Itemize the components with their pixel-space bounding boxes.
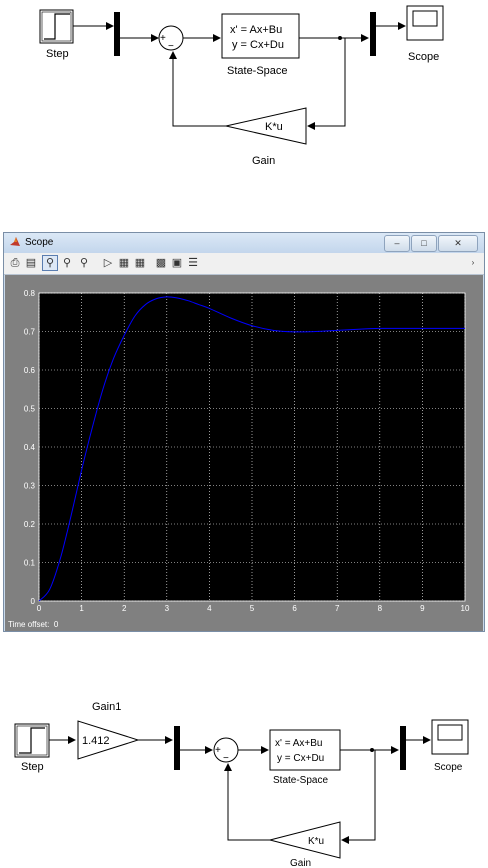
restore-axes-icon[interactable]: ▦ [133,256,147,270]
feedback-wire [307,37,346,130]
y-tick-label: 0.4 [24,443,36,452]
step-block[interactable] [14,723,50,758]
gain-text: K*u [265,121,283,133]
state-space-eq1: x' = Ax+Bu [275,738,323,749]
toolbar-overflow-icon[interactable]: › [466,256,480,270]
close-button[interactable]: ✕ [438,235,478,252]
state-space-label: State-Space [227,65,288,77]
y-tick-label: 0.2 [24,520,36,529]
mux-block[interactable] [114,12,120,56]
save-axes-icon[interactable]: ▦ [117,256,131,270]
gain-label: Gain [290,858,311,868]
x-tick-label: 2 [122,604,127,613]
zoom-icon[interactable]: ⚲ [42,255,58,271]
y-tick-label: 0 [31,597,36,606]
x-tick-label: 3 [165,604,170,613]
mux-block[interactable] [174,726,180,770]
state-space-eq1: x' = Ax+Bu [230,24,282,36]
feedback-wire [341,749,376,844]
params-icon[interactable]: ▤ [24,256,38,270]
signal-select-icon[interactable]: ☰ [186,256,200,270]
x-tick-label: 8 [378,604,383,613]
mux-block-2[interactable] [370,12,376,56]
state-space-eq2: y = Cx+Du [232,39,284,51]
lock-icon[interactable]: ▣ [170,256,184,270]
state-space-block[interactable] [221,13,300,59]
x-tick-label: 7 [335,604,340,613]
print-icon[interactable]: ⎙ [8,256,22,270]
time-offset-value: 0 [53,620,59,629]
zoom-x-icon[interactable]: ⚲ [60,256,74,270]
state-space-block[interactable] [269,729,341,771]
scope-toolbar: ⎙ ▤ ⚲ ⚲ ⚲ ▷ ▦ ▦ ▩ ▣ ☰ › [4,253,484,275]
scope-chart: 0 1 2 3 4 5 6 7 8 9 10 0 0.1 0.2 0.3 0.4 0.5 0.6 0.7 0.8 [24,289,470,613]
minimize-button[interactable]: – [384,235,410,252]
state-space-label: State-Space [273,775,328,786]
maximize-button[interactable]: □ [411,235,437,252]
scope-title-bar[interactable]: Scope – □ ✕ [4,233,484,253]
step-label: Step [21,761,44,773]
sum-minus-sign: − [223,753,229,764]
scope-block[interactable] [431,719,469,755]
sum-plus-sign: + [160,33,166,44]
state-space-eq2: y = Cx+Du [277,753,324,764]
step-block[interactable] [39,9,74,44]
y-tick-label: 0.1 [24,559,36,568]
feedback-wire-2 [224,763,270,841]
scope-label: Scope [408,51,439,63]
scope-block[interactable] [406,5,444,41]
y-tick-label: 0.7 [24,328,36,337]
x-tick-label: 5 [250,604,255,613]
y-tick-label: 0.8 [24,289,36,298]
time-offset-label: Time offset: [8,620,50,629]
scope-window-title: Scope [25,237,54,248]
x-tick-label: 4 [207,604,212,613]
x-tick-label: 1 [79,604,84,613]
autoscale-icon[interactable]: ▷ [101,256,115,270]
gain-text: K*u [308,836,324,847]
gain-label: Gain [252,155,275,167]
sum-plus-sign: + [215,745,221,756]
scope-window: Scope – □ ✕ ⎙ ▤ ⚲ ⚲ ⚲ ▷ ▦ ▦ ▩ ▣ ☰ › 0 1 2 3… [3,232,485,632]
bottom-block-diagram: Step Gain1 1.412 + − x' = Ax+Bu y = Cx+D… [14,701,469,868]
gain1-value: 1.412 [82,735,110,747]
y-tick-label: 0.6 [24,366,36,375]
scope-plot-area: 0 1 2 3 4 5 6 7 8 9 10 0 0.1 0.2 0.3 0.4 0.5 0.6 0.7 0.8 Ti… [5,275,483,631]
scope-label: Scope [434,762,463,773]
x-tick-label: 6 [292,604,297,613]
matlab-logo-icon [10,237,20,246]
step-label: Step [46,48,69,60]
mux-block-2[interactable] [400,726,406,770]
sum-minus-sign: − [168,41,174,52]
feedback-wire-2 [169,51,226,127]
time-offset-readout: Time offset: 0 [8,620,58,629]
zoom-y-icon[interactable]: ⚲ [77,256,91,270]
floating-scope-icon[interactable]: ▩ [154,256,168,270]
x-tick-label: 10 [461,604,470,613]
top-block-diagram: Step + − x' = Ax+Bu y = Cx+Du State-Spac… [39,5,444,167]
y-tick-label: 0.5 [24,405,36,414]
y-tick-label: 0.3 [24,482,36,491]
x-tick-label: 9 [420,604,425,613]
gain-block[interactable] [269,821,341,859]
x-tick-label: 0 [37,604,42,613]
gain1-title: Gain1 [92,701,121,713]
